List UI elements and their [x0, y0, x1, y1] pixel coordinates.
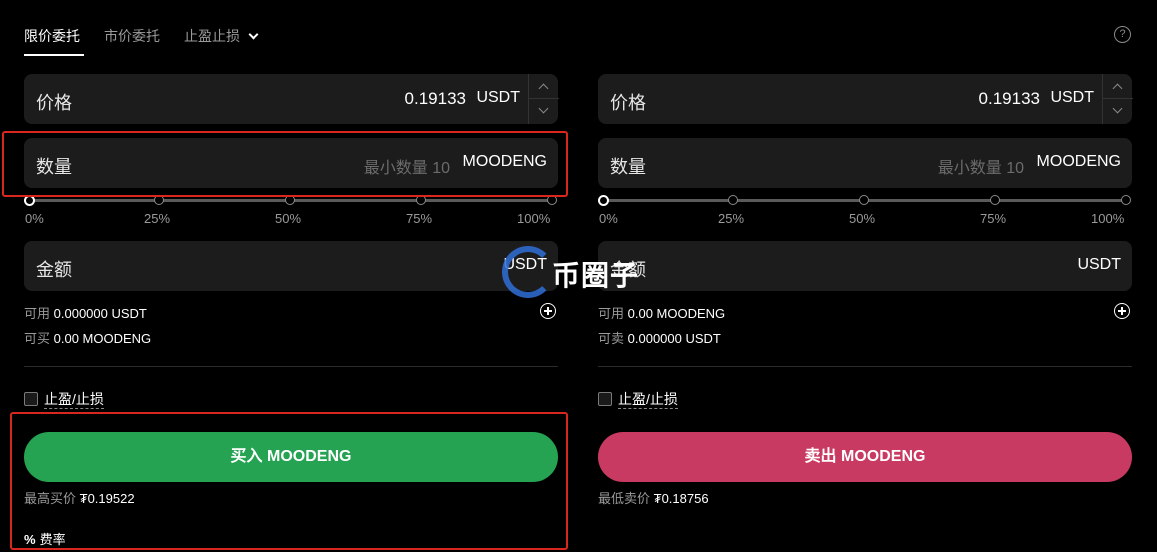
buy-max-label: 可买 — [24, 331, 51, 346]
sell-quantity-label: 数量 — [610, 157, 646, 177]
chevron-down-icon — [248, 29, 259, 40]
slider-tick-label: 25% — [718, 211, 745, 226]
sell-max: 可卖 0.000000 USDT — [598, 328, 721, 347]
slider-step-75[interactable] — [416, 195, 426, 205]
tab-limit-order[interactable]: 限价委托 — [24, 26, 80, 46]
buy-quantity-field[interactable]: 数量 最小数量 10 MOODENG — [24, 138, 558, 188]
buy-amount-label: 金额 — [36, 260, 72, 280]
buy-max-value: 0.00 MOODENG — [53, 331, 152, 346]
slider-step-50[interactable] — [859, 195, 869, 205]
buy-quantity-unit: MOODENG — [462, 153, 547, 170]
divider — [24, 366, 558, 367]
sell-price-unit: USDT — [1050, 89, 1094, 106]
sell-quantity-slider[interactable]: 0% 25% 50% 75% 100% — [598, 194, 1132, 228]
slider-tick-label: 100% — [517, 211, 551, 226]
chevron-up-icon — [538, 83, 549, 94]
slider-tick-label: 25% — [144, 211, 171, 226]
sell-amount-label: 金额 — [610, 260, 646, 280]
sell-price-label: 价格 — [610, 93, 646, 113]
buy-panel: 价格 0.19133 USDT 数量 最小数量 10 MOODENG 0% 25… — [24, 74, 559, 552]
sell-best-price-label: 最低卖价 — [598, 491, 651, 506]
slider-step-50[interactable] — [285, 195, 295, 205]
slider-tick-label: 50% — [275, 211, 302, 226]
fee-rate-link[interactable]: % 费率 — [24, 529, 66, 548]
buy-price-value[interactable]: 0.19133 — [405, 89, 466, 109]
buy-available-value: 0.000000 USDT — [53, 306, 147, 321]
buy-max: 可买 0.00 MOODENG — [24, 328, 151, 347]
sell-button[interactable]: 卖出 MOODENG — [598, 432, 1132, 482]
fee-rate-label: 费率 — [39, 532, 66, 547]
slider-step-75[interactable] — [990, 195, 1000, 205]
buy-best-price-label: 最高买价 — [24, 491, 77, 506]
buy-best-price: 最高买价 ₮0.19522 — [24, 488, 135, 507]
buy-price-decrement-button[interactable] — [529, 99, 559, 124]
slider-tick-label: 50% — [849, 211, 876, 226]
slider-step-25[interactable] — [154, 195, 164, 205]
sell-amount-field[interactable]: 金额 USDT — [598, 241, 1132, 291]
sell-price-increment-button[interactable] — [1103, 74, 1133, 99]
buy-button[interactable]: 买入 MOODENG — [24, 432, 558, 482]
buy-tpsl-checkbox[interactable] — [24, 392, 38, 406]
buy-price-label: 价格 — [36, 93, 72, 113]
buy-quantity-slider[interactable]: 0% 25% 50% 75% 100% — [24, 194, 558, 228]
slider-handle[interactable] — [598, 195, 609, 206]
chevron-down-icon — [538, 103, 549, 114]
slider-tick-label: 0% — [599, 211, 618, 226]
sell-best-price-value: ₮0.18756 — [653, 491, 709, 506]
buy-price-unit: USDT — [476, 89, 520, 106]
slider-tick-label: 75% — [980, 211, 1007, 226]
sell-max-label: 可卖 — [598, 331, 625, 346]
buy-amount-field[interactable]: 金额 USDT — [24, 241, 558, 291]
sell-price-field[interactable]: 价格 0.19133 USDT — [598, 74, 1133, 124]
percent-icon: % — [24, 532, 36, 547]
sell-price-stepper — [1102, 74, 1133, 124]
help-icon[interactable]: ? — [1114, 26, 1131, 43]
sell-tpsl-label[interactable]: 止盈/止损 — [618, 390, 678, 409]
sell-available-label: 可用 — [598, 306, 625, 321]
slider-handle[interactable] — [24, 195, 35, 206]
buy-available: 可用 0.000000 USDT — [24, 303, 147, 322]
active-tab-underline — [24, 54, 84, 56]
sell-available: 可用 0.00 MOODENG — [598, 303, 725, 322]
buy-available-label: 可用 — [24, 306, 51, 321]
plus-circle-icon[interactable] — [1114, 303, 1130, 319]
tab-stop-order[interactable]: 止盈止损 — [184, 26, 259, 46]
sell-quantity-field[interactable]: 数量 最小数量 10 MOODENG — [598, 138, 1132, 188]
sell-available-value: 0.00 MOODENG — [627, 306, 726, 321]
buy-quantity-label: 数量 — [36, 157, 72, 177]
sell-tpsl-checkbox[interactable] — [598, 392, 612, 406]
slider-tick-label: 75% — [406, 211, 433, 226]
slider-step-100[interactable] — [1121, 195, 1131, 205]
sell-best-price: 最低卖价 ₮0.18756 — [598, 488, 709, 507]
chevron-down-icon — [1112, 103, 1123, 114]
buy-quantity-placeholder: 最小数量 10 — [363, 160, 450, 177]
slider-tick-label: 0% — [25, 211, 44, 226]
sell-quantity-placeholder: 最小数量 10 — [937, 160, 1024, 177]
chevron-up-icon — [1112, 83, 1123, 94]
buy-tpsl-label[interactable]: 止盈/止损 — [44, 390, 104, 409]
buy-price-increment-button[interactable] — [529, 74, 559, 99]
buy-price-field[interactable]: 价格 0.19133 USDT — [24, 74, 559, 124]
buy-amount-unit: USDT — [503, 256, 547, 273]
slider-step-25[interactable] — [728, 195, 738, 205]
slider-step-100[interactable] — [547, 195, 557, 205]
sell-price-value[interactable]: 0.19133 — [979, 89, 1040, 109]
sell-panel: 价格 0.19133 USDT 数量 最小数量 10 MOODENG 0% 25… — [598, 74, 1133, 552]
divider — [598, 366, 1132, 367]
tab-stop-order-label: 止盈止损 — [184, 28, 240, 44]
slider-tick-label: 100% — [1091, 211, 1125, 226]
tab-market-order[interactable]: 市价委托 — [104, 26, 160, 46]
sell-max-value: 0.000000 USDT — [627, 331, 721, 346]
order-type-tabs: 限价委托 市价委托 止盈止损 ? — [24, 0, 1133, 56]
sell-quantity-unit: MOODENG — [1036, 153, 1121, 170]
plus-circle-icon[interactable] — [540, 303, 556, 319]
buy-price-stepper — [528, 74, 559, 124]
buy-best-price-value: ₮0.19522 — [79, 491, 135, 506]
sell-amount-unit: USDT — [1077, 256, 1121, 273]
sell-price-decrement-button[interactable] — [1103, 99, 1133, 124]
